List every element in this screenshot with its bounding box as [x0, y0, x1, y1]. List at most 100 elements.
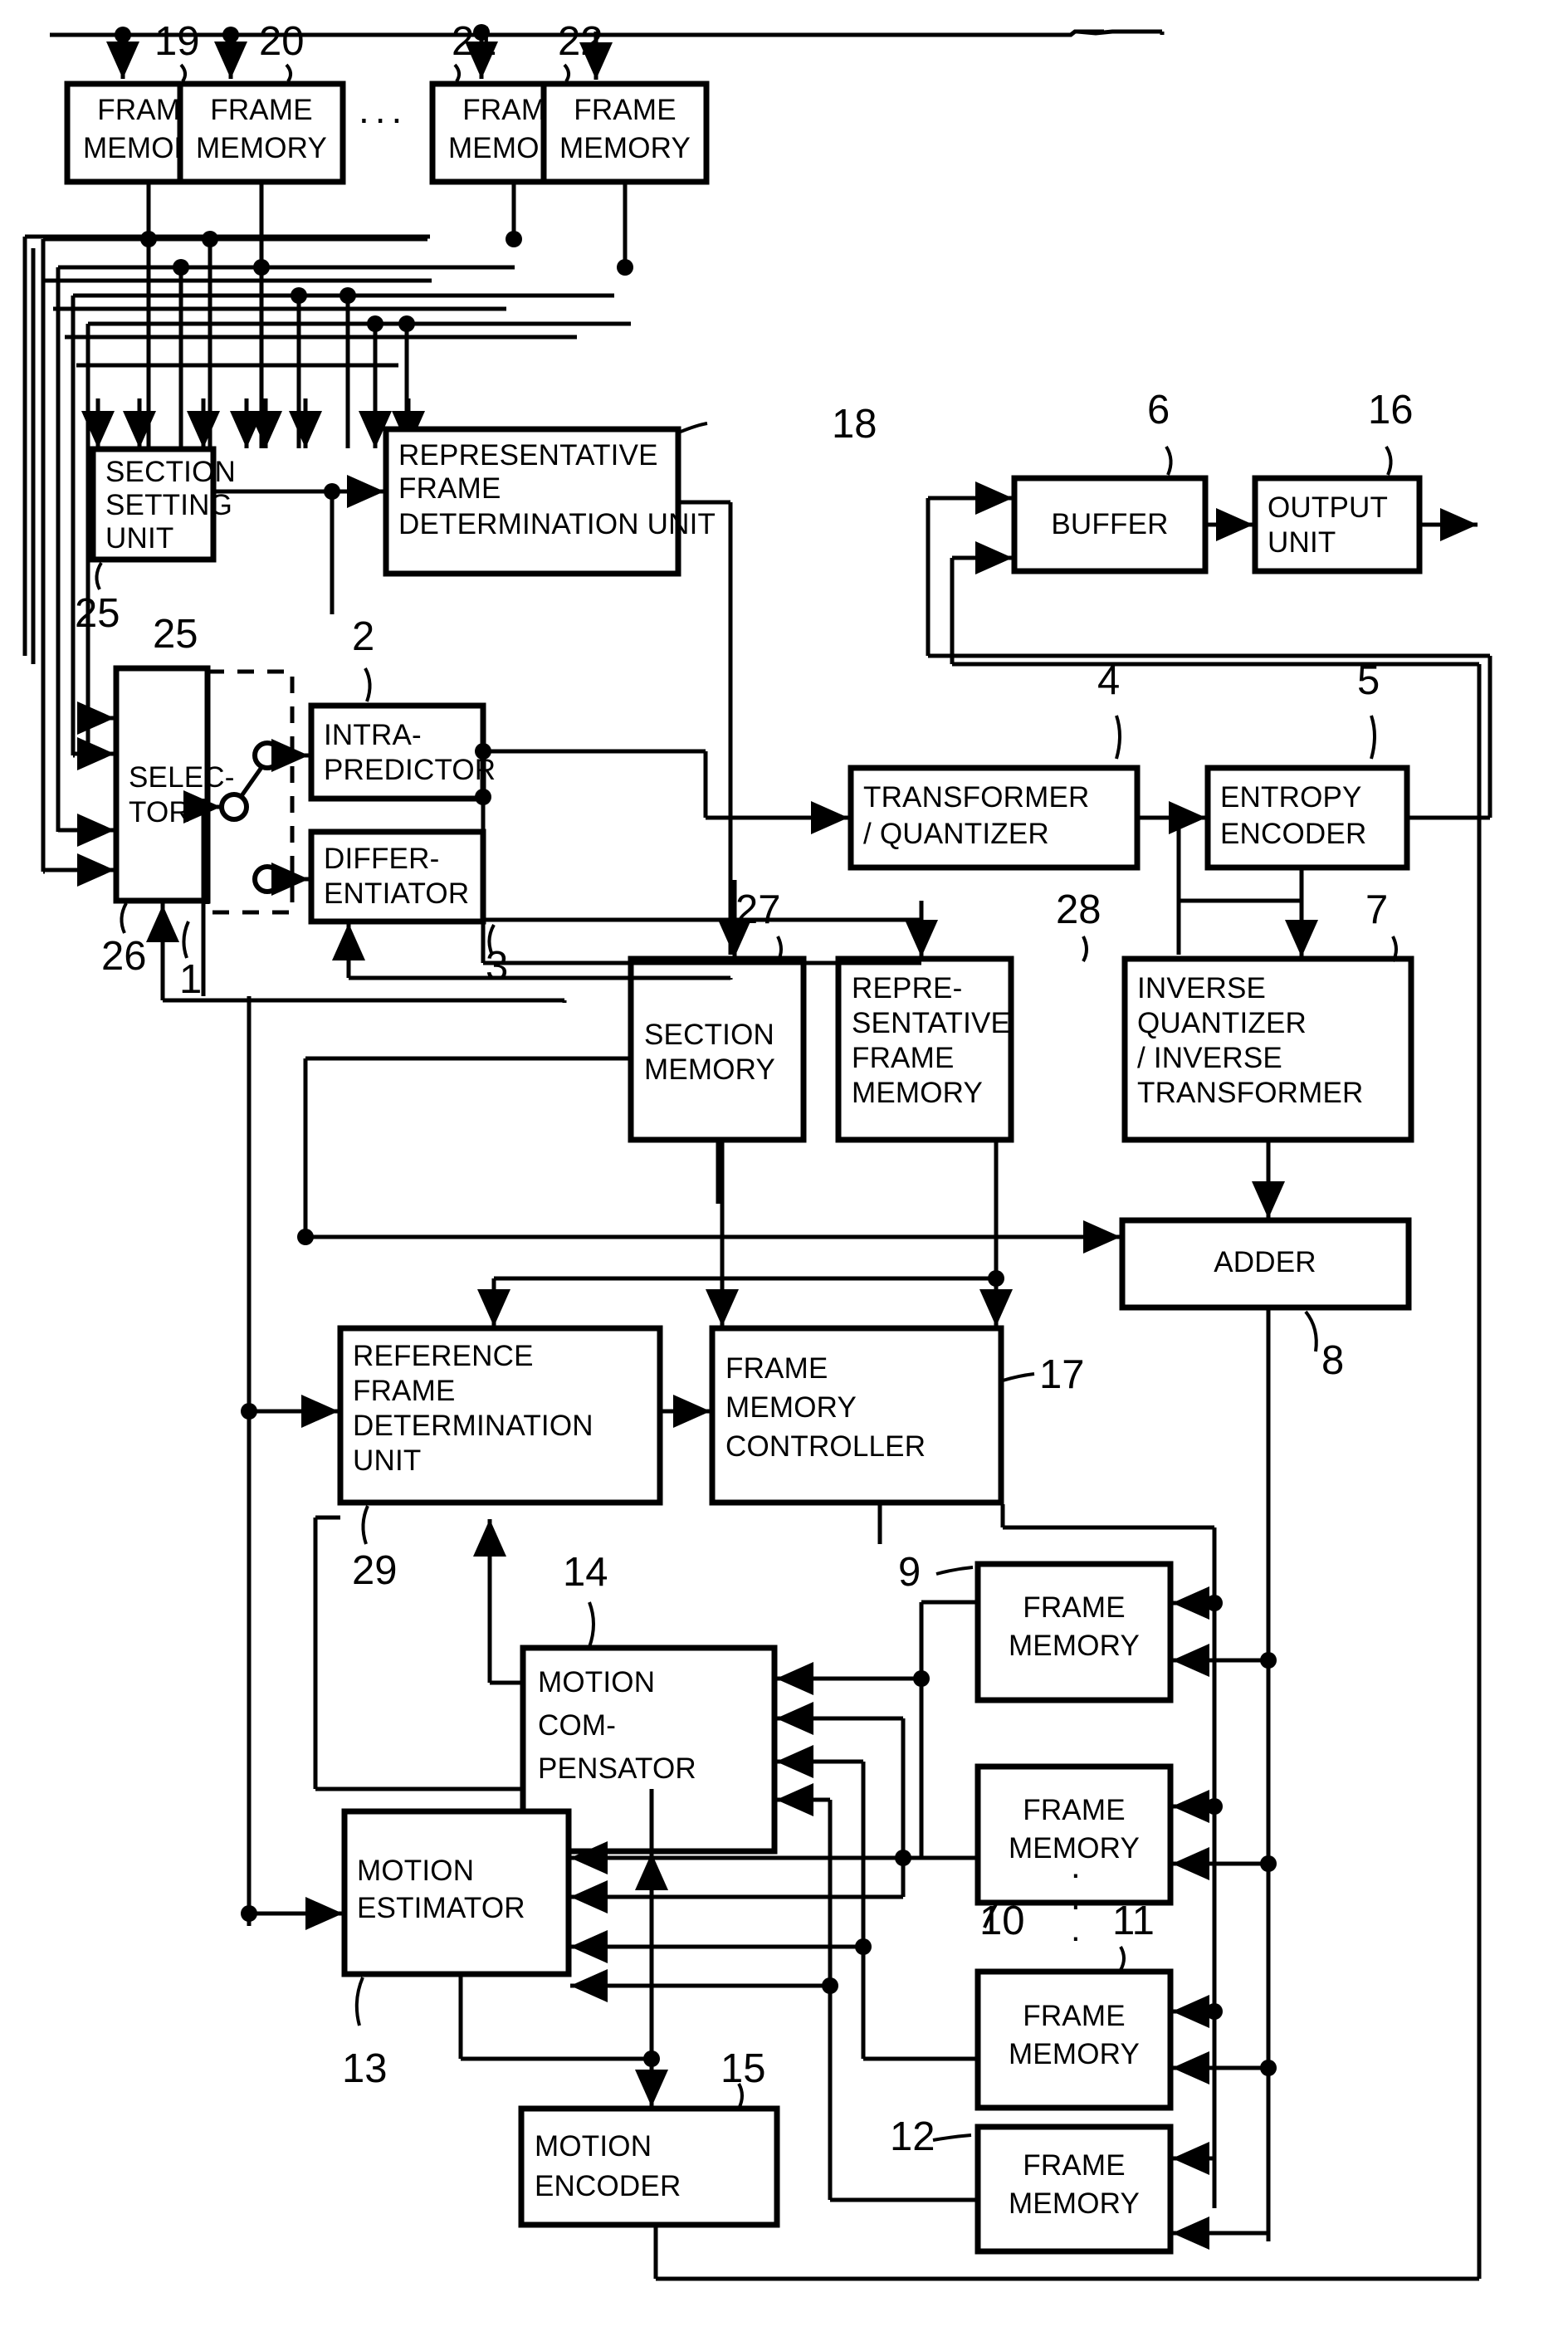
transformer-quantizer-line1: TRANSFORMER — [863, 781, 1089, 814]
iqit-line1: INVERSE — [1137, 972, 1266, 1004]
frame-memory-11-line2: MEMORY — [1009, 2038, 1140, 2070]
frame-memory-9: FRAME MEMORY — [975, 1561, 1174, 1703]
rep-frame-det-line2: FRAME — [398, 472, 501, 505]
ref-26: 26 — [101, 934, 147, 979]
adder-block: ADDER — [1119, 1217, 1412, 1311]
entropy-encoder-line2: ENCODER — [1220, 818, 1366, 850]
mcomp-line2: COM- — [538, 1709, 616, 1742]
frame-memory-11-line1: FRAME — [1023, 2000, 1126, 2032]
ref-9: 9 — [898, 1550, 921, 1595]
junction-dot — [140, 231, 157, 247]
section-setting-unit: SECTION SETTING UNIT — [90, 446, 236, 563]
section-setting-unit-line3: UNIT — [105, 522, 173, 555]
ref-2: 2 — [352, 614, 374, 659]
frame-memory-22: FRAME MEMORY — [540, 81, 710, 185]
ref-15: 15 — [720, 2046, 766, 2091]
ref-14: 14 — [563, 1550, 608, 1595]
frame-memory-controller-block: FRAME MEMORY CONTROLLER — [709, 1325, 1004, 1506]
junction-dot — [1206, 2003, 1223, 2020]
junction-dot — [222, 27, 239, 43]
ref-18: 18 — [832, 402, 877, 447]
ref-11: 11 — [1112, 1899, 1155, 1943]
refdet-line4: UNIT — [353, 1444, 421, 1477]
frame-memory-20-line1: FRAME — [210, 94, 313, 126]
fmctrl-line2: MEMORY — [725, 1391, 857, 1424]
mcomp-line1: MOTION — [538, 1666, 655, 1698]
selector-line2: TOR — [129, 796, 190, 828]
junction-dot — [506, 231, 522, 247]
junction-dot — [367, 315, 383, 332]
junction-dot — [115, 27, 131, 43]
section-memory-line1: SECTION — [644, 1019, 774, 1051]
iqit-line2: QUANTIZER — [1137, 1007, 1307, 1039]
rep-frame-det-line3: DETERMINATION UNIT — [398, 508, 716, 540]
ref-19: 19 — [154, 19, 200, 64]
intra-predictor-block: INTRA- PREDICTOR — [308, 702, 496, 802]
frame-memory-12-line1: FRAME — [1023, 2149, 1126, 2182]
junction-dot — [398, 315, 415, 332]
junction-dot — [1206, 1595, 1223, 1611]
mest-line1: MOTION — [357, 1855, 474, 1887]
entropy-encoder-line1: ENTROPY — [1220, 781, 1362, 814]
frame-memory-22-line2: MEMORY — [559, 132, 691, 164]
junction-dot — [822, 1977, 838, 1994]
iqit-line4: TRANSFORMER — [1137, 1077, 1363, 1109]
output-unit-block: OUTPUT UNIT — [1252, 475, 1423, 574]
junction-dot — [339, 287, 356, 304]
transformer-quantizer-line2: / QUANTIZER — [863, 818, 1049, 850]
junction-dot — [1260, 1652, 1277, 1669]
representative-frame-memory-block: REPRE- SENTATIVE FRAME MEMORY — [835, 956, 1014, 1143]
fmctrl-line1: FRAME — [725, 1352, 828, 1385]
frame-memory-horizontal-ellipsis: ... — [359, 88, 408, 131]
junction-dot — [617, 259, 633, 276]
ref-8: 8 — [1321, 1338, 1344, 1383]
buffer-block: BUFFER — [1011, 475, 1209, 574]
output-unit-line1: OUTPUT — [1268, 491, 1388, 524]
iqit-line3: / INVERSE — [1137, 1042, 1282, 1074]
patent-figure: FRAME MEMORY 19 FRAME MEMORY 20 ... FRAM… — [0, 0, 1568, 2346]
selector-line1: SELEC- — [129, 761, 235, 794]
rep-frame-memory-line1: REPRE- — [852, 972, 962, 1004]
junction-dot — [253, 259, 270, 276]
frame-memory-12: FRAME MEMORY — [975, 2124, 1174, 2255]
ref-13: 13 — [342, 2046, 388, 2091]
ref-6: 6 — [1147, 388, 1170, 433]
rep-frame-memory-line2: SENTATIVE — [852, 1007, 1010, 1039]
menc-line2: ENCODER — [535, 2170, 681, 2202]
buffer-label: BUFFER — [1051, 508, 1168, 540]
frame-memory-22-line1: FRAME — [574, 94, 677, 126]
inverse-quantizer-transformer-block: INVERSE QUANTIZER / INVERSE TRANSFORMER — [1121, 956, 1414, 1143]
ref-20: 20 — [259, 19, 305, 64]
section-setting-unit-line1: SECTION — [105, 456, 236, 488]
page-background — [0, 0, 1568, 2346]
differentiator-block: DIFFER- ENTIATOR — [308, 828, 486, 925]
junction-dot — [241, 1905, 257, 1922]
switch-node-common — [219, 792, 249, 822]
ref-21: 21 — [452, 19, 497, 64]
rep-frame-det-line1: REPRESENTATIVE — [398, 439, 658, 472]
motion-estimator-block: MOTION ESTIMATOR — [341, 1808, 572, 1977]
refdet-line2: FRAME — [353, 1375, 456, 1407]
frame-memory-20: FRAME MEMORY — [177, 81, 346, 185]
ref-25-near-selector: 25 — [153, 612, 198, 657]
ref-1: 1 — [179, 957, 202, 1002]
junction-dot — [1206, 1798, 1223, 1815]
ref-12: 12 — [890, 2114, 935, 2159]
rep-frame-memory-line4: MEMORY — [852, 1077, 983, 1109]
ref-17: 17 — [1039, 1352, 1085, 1397]
ref-27: 27 — [735, 887, 781, 932]
refdet-line3: DETERMINATION — [353, 1410, 593, 1442]
representative-frame-determination-unit: REPRESENTATIVE FRAME DETERMINATION UNIT — [383, 426, 716, 577]
frame-memory-10-line1: FRAME — [1023, 1794, 1126, 1826]
frame-memory-11: FRAME MEMORY — [975, 1968, 1174, 2111]
ref-25: 25 — [75, 591, 120, 636]
rep-frame-memory-line3: FRAME — [852, 1042, 955, 1074]
output-unit-line2: UNIT — [1268, 526, 1336, 559]
mest-line2: ESTIMATOR — [357, 1892, 525, 1924]
differentiator-line2: ENTIATOR — [324, 877, 469, 910]
junction-dot — [202, 231, 218, 247]
junction-dot — [173, 259, 189, 276]
frame-memory-12-line2: MEMORY — [1009, 2187, 1140, 2220]
switch-node-intra — [252, 740, 282, 770]
frame-memory-20-line2: MEMORY — [196, 132, 327, 164]
